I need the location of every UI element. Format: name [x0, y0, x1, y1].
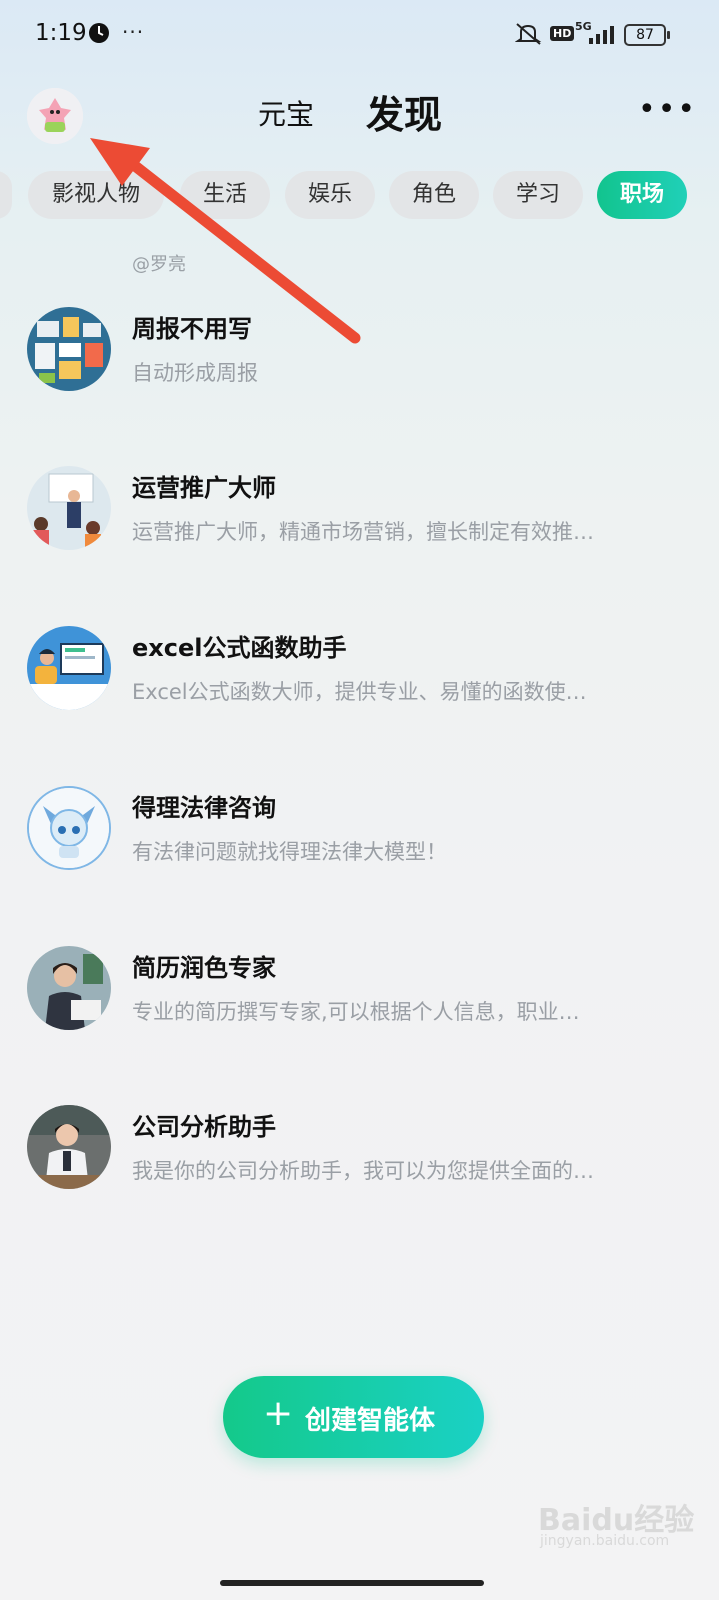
silent-icon [514, 22, 543, 50]
user-avatar[interactable] [27, 88, 83, 144]
item-description: 运营推广大师，精通市场营销，擅长制定有效推… [132, 520, 594, 544]
item-description: 专业的简历撰写专家,可以根据个人信息，职业… [132, 1000, 580, 1024]
avatar-image [27, 88, 83, 144]
signal-icon [588, 26, 616, 48]
status-bar: 1:19 ··· HD 5G 87 [0, 0, 719, 70]
tab-film-characters[interactable]: 影视人物 [28, 171, 164, 219]
item-title: 公司分析助手 [132, 1113, 276, 1141]
agent-thumbnail [27, 1105, 111, 1189]
agent-thumbnail [27, 466, 111, 550]
tab-life[interactable]: 生活 [180, 171, 270, 219]
tab-study[interactable]: 学习 [493, 171, 583, 219]
page-title[interactable]: 发现 [366, 84, 442, 139]
battery-indicator: 87 [624, 24, 670, 46]
list-item[interactable]: 简历润色专家 专业的简历撰写专家,可以根据个人信息，职业… [0, 946, 719, 1056]
item-title: excel公式函数助手 [132, 634, 347, 662]
item-title: 简历润色专家 [132, 954, 276, 982]
tab-roles[interactable]: 角色 [389, 171, 479, 219]
tab-entertainment[interactable]: 娱乐 [285, 171, 375, 219]
create-agent-label: 创建智能体 [305, 1406, 436, 1436]
tab-previous-partial[interactable] [0, 171, 12, 219]
item-title: 得理法律咨询 [132, 794, 276, 822]
category-tabs: 影视人物 生活 娱乐 角色 学习 职场 [0, 171, 719, 219]
create-agent-button[interactable]: + 创建智能体 [223, 1376, 484, 1458]
list-item[interactable]: 得理法律咨询 有法律问题就找得理法律大模型！ [0, 786, 719, 896]
item-description: 自动形成周报 [132, 361, 258, 385]
list-item[interactable]: 运营推广大师 运营推广大师，精通市场营销，擅长制定有效推… [0, 466, 719, 576]
agent-thumbnail [27, 626, 111, 710]
status-time: 1:19 [35, 20, 87, 46]
plus-icon: + [263, 1393, 294, 1434]
more-menu-button[interactable]: ••• [638, 95, 697, 125]
item-description: 有法律问题就找得理法律大模型！ [132, 840, 447, 864]
item-title: 周报不用写 [132, 315, 252, 343]
home-indicator[interactable] [220, 1580, 484, 1586]
item-title: 运营推广大师 [132, 474, 276, 502]
more-notifications-icon: ··· [122, 20, 145, 44]
item-description: Excel公式函数大师，提供专业、易懂的函数使… [132, 680, 587, 704]
list-item[interactable]: 周报不用写 自动形成周报 [0, 307, 719, 417]
hd-icon: HD [550, 26, 575, 41]
author-label: @罗亮 [132, 254, 186, 275]
agent-thumbnail [27, 946, 111, 1030]
timer-icon [88, 22, 110, 48]
watermark-url: jingyan.baidu.com [540, 1533, 670, 1549]
list-item[interactable]: 公司分析助手 我是你的公司分析助手，我可以为您提供全面的… [0, 1105, 719, 1215]
agent-thumbnail [27, 786, 111, 870]
list-item[interactable]: excel公式函数助手 Excel公式函数大师，提供专业、易懂的函数使… [0, 626, 719, 736]
app-brand-tab[interactable]: 元宝 [258, 93, 314, 133]
item-description: 我是你的公司分析助手，我可以为您提供全面的… [132, 1159, 594, 1183]
agent-thumbnail [27, 307, 111, 391]
tab-workplace[interactable]: 职场 [597, 171, 687, 219]
